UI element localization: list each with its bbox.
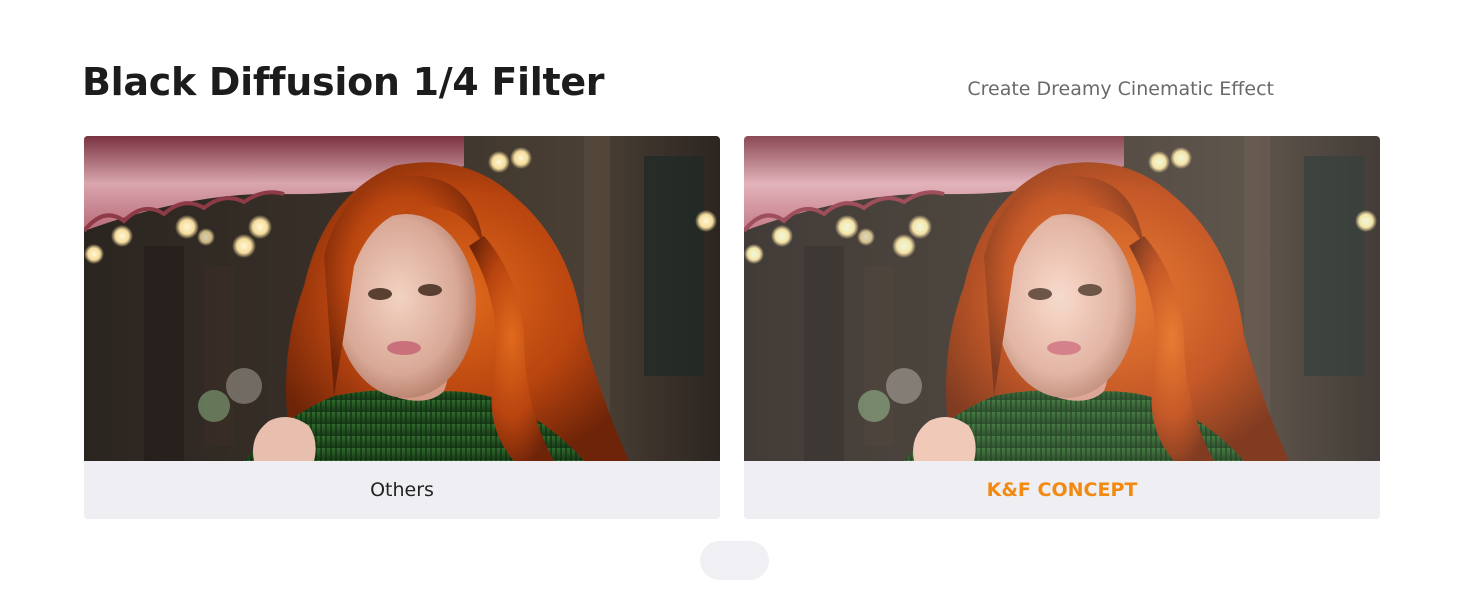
portrait-photo-icon <box>84 136 720 461</box>
comparison-card-kf-concept: K&F CONCEPT <box>744 136 1380 519</box>
caption-kf-concept: K&F CONCEPT <box>744 461 1380 519</box>
caption-others: Others <box>84 461 720 519</box>
portrait-photo-diffused-icon <box>744 136 1380 461</box>
page-subtitle: Create Dreamy Cinematic Effect <box>967 78 1274 100</box>
page-title: Black Diffusion 1/4 Filter <box>82 60 605 104</box>
others-photo <box>84 136 720 461</box>
kf-concept-photo <box>744 136 1380 461</box>
carousel-pager-pill[interactable] <box>700 541 769 580</box>
comparison-card-others: Others <box>84 136 720 519</box>
